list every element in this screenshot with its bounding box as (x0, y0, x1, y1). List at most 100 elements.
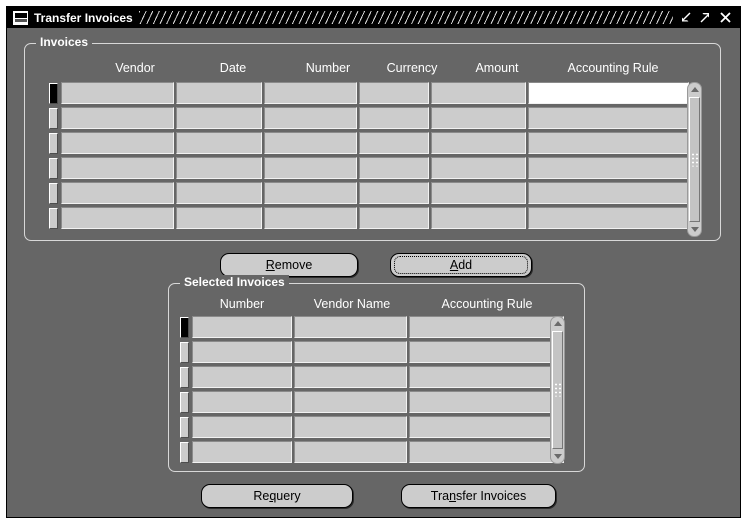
cell-column-vendor[interactable] (61, 182, 174, 204)
cell-column-vendor[interactable] (61, 132, 174, 154)
row-selector[interactable] (49, 208, 58, 229)
cell-column-accounting-rule[interactable] (409, 441, 564, 463)
table-row[interactable] (31, 131, 716, 156)
table-row[interactable] (175, 415, 572, 440)
row-selector[interactable] (180, 367, 189, 388)
table-row[interactable] (31, 181, 716, 206)
table-row[interactable] (175, 340, 572, 365)
cell-column-amount[interactable] (431, 182, 526, 204)
cell-column-number[interactable] (192, 416, 292, 438)
row-selector[interactable] (180, 392, 189, 413)
cell-column-amount[interactable] (431, 132, 526, 154)
cell-column-currency[interactable] (359, 107, 429, 129)
cell-column-accounting-rule[interactable] (409, 416, 564, 438)
window-controls (679, 11, 732, 24)
cell-column-number[interactable] (192, 316, 292, 338)
table-row[interactable] (31, 81, 716, 106)
scroll-up-arrow-icon[interactable] (551, 317, 564, 330)
cell-column-date[interactable] (176, 132, 262, 154)
selected-invoices-grid[interactable] (175, 315, 572, 465)
table-row[interactable] (175, 365, 572, 390)
maximize-button[interactable] (699, 11, 712, 24)
cell-column-accounting-rule[interactable] (528, 207, 689, 229)
cell-column-accounting-rule[interactable] (528, 132, 689, 154)
cell-column-currency[interactable] (359, 82, 429, 104)
cell-column-number[interactable] (192, 441, 292, 463)
cell-column-currency[interactable] (359, 157, 429, 179)
table-row[interactable] (31, 106, 716, 131)
table-row[interactable] (175, 315, 572, 340)
cell-column-number[interactable] (264, 132, 357, 154)
transfer-invoices-button[interactable]: Transfer Invoices (401, 484, 556, 508)
cell-column-amount[interactable] (431, 82, 526, 104)
add-button-label: Add (449, 258, 473, 272)
row-selector[interactable] (180, 342, 189, 363)
cell-column-vendor-name[interactable] (294, 316, 407, 338)
row-selector[interactable] (49, 108, 58, 129)
scrollbar-thumb[interactable] (689, 97, 700, 222)
invoices-scrollbar[interactable] (687, 82, 702, 237)
cell-column-accounting-rule[interactable] (528, 182, 689, 204)
cell-column-accounting-rule[interactable] (528, 107, 689, 129)
cell-column-currency[interactable] (359, 132, 429, 154)
row-selector[interactable] (180, 442, 189, 463)
cell-column-vendor-name[interactable] (294, 416, 407, 438)
cell-column-number[interactable] (264, 107, 357, 129)
cell-column-vendor[interactable] (61, 107, 174, 129)
row-selector[interactable] (49, 158, 58, 179)
cell-column-number[interactable] (192, 391, 292, 413)
cell-column-accounting-rule[interactable] (528, 157, 689, 179)
close-button[interactable] (719, 11, 732, 24)
row-selector[interactable] (180, 417, 189, 438)
cell-column-currency[interactable] (359, 207, 429, 229)
cell-column-amount[interactable] (431, 157, 526, 179)
cell-column-vendor[interactable] (61, 157, 174, 179)
remove-button[interactable]: Remove (220, 253, 358, 277)
requery-button[interactable]: Requery (201, 484, 353, 508)
cell-column-date[interactable] (176, 207, 262, 229)
cell-column-date[interactable] (176, 157, 262, 179)
cell-column-accounting-rule[interactable] (409, 366, 564, 388)
scroll-down-arrow-icon[interactable] (551, 450, 564, 463)
cell-column-accounting-rule[interactable] (409, 391, 564, 413)
cell-column-currency[interactable] (359, 182, 429, 204)
minimize-button[interactable] (679, 11, 692, 24)
window-title-bar[interactable]: Transfer Invoices (7, 7, 740, 28)
table-row[interactable] (175, 390, 572, 415)
scroll-up-arrow-icon[interactable] (688, 83, 701, 96)
table-row[interactable] (31, 206, 716, 231)
cell-column-vendor[interactable] (61, 207, 174, 229)
scroll-down-arrow-icon[interactable] (688, 223, 701, 236)
cell-column-number[interactable] (264, 82, 357, 104)
cell-column-amount[interactable] (431, 207, 526, 229)
row-selector[interactable] (49, 83, 58, 104)
header-column-accounting-rule: Accounting Rule (441, 297, 533, 311)
add-button[interactable]: Add (390, 253, 532, 277)
cell-column-vendor-name[interactable] (294, 341, 407, 363)
cell-column-date[interactable] (176, 182, 262, 204)
invoices-group-label: Invoices (36, 35, 93, 49)
row-selector[interactable] (49, 133, 58, 154)
cell-column-vendor-name[interactable] (294, 441, 407, 463)
cell-column-vendor[interactable] (61, 82, 174, 104)
cell-column-date[interactable] (176, 107, 262, 129)
cell-column-number[interactable] (264, 157, 357, 179)
row-selector[interactable] (49, 183, 58, 204)
row-selector[interactable] (180, 317, 189, 338)
cell-column-accounting-rule[interactable] (409, 316, 564, 338)
cell-column-date[interactable] (176, 82, 262, 104)
cell-column-number[interactable] (264, 182, 357, 204)
invoices-grid[interactable] (31, 81, 716, 231)
cell-column-amount[interactable] (431, 107, 526, 129)
table-row[interactable] (31, 156, 716, 181)
cell-column-vendor-name[interactable] (294, 366, 407, 388)
selected-invoices-scrollbar[interactable] (550, 316, 565, 464)
cell-column-accounting-rule[interactable] (528, 82, 689, 104)
table-row[interactable] (175, 440, 572, 465)
cell-column-number[interactable] (192, 366, 292, 388)
cell-column-number[interactable] (192, 341, 292, 363)
cell-column-number[interactable] (264, 207, 357, 229)
cell-column-vendor-name[interactable] (294, 391, 407, 413)
cell-column-accounting-rule[interactable] (409, 341, 564, 363)
scrollbar-thumb[interactable] (552, 331, 563, 449)
